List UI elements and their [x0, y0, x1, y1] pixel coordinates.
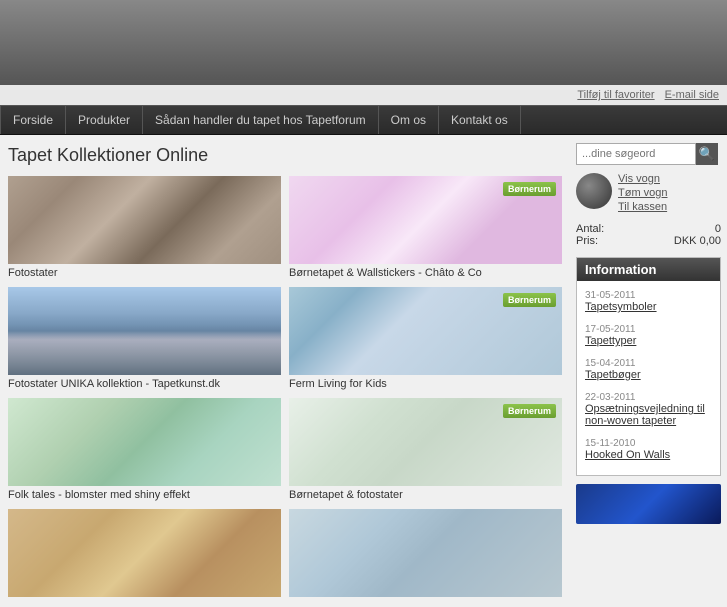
cart-section: Vis vogn Tøm vogn Til kassen — [576, 173, 721, 213]
antal-value: 0 — [715, 223, 721, 235]
thumb-kids1[interactable]: Børnerum — [289, 176, 562, 264]
list-item: Børnerum Børnetapet & fotostater — [289, 398, 562, 501]
page-title: Tapet Kollektioner Online — [8, 145, 562, 166]
top-links-bar: Tilføj til favoriter E-mail side — [0, 85, 727, 105]
product-grid: Fotostater Børnerum Børnetapet & Wallsti… — [8, 176, 562, 597]
nav-handler[interactable]: Sådan handler du tapet hos Tapetforum — [143, 106, 379, 134]
thumb-bornetapet[interactable]: Børnerum — [289, 398, 562, 486]
nav-omos[interactable]: Om os — [379, 106, 439, 134]
item-label: Fotostater UNIKA kollektion - Tapetkunst… — [8, 378, 281, 390]
nav-forside[interactable]: Forside — [0, 106, 66, 134]
city-skyline — [8, 325, 281, 375]
cart-links: Vis vogn Tøm vogn Til kassen — [618, 173, 668, 213]
site-header — [0, 0, 727, 85]
empty-cart-link[interactable]: Tøm vogn — [618, 187, 668, 199]
bornerum-badge: Børnerum — [503, 293, 556, 307]
info-header: Information — [577, 258, 720, 281]
list-item: Fotostater — [8, 176, 281, 279]
info-entry-4: 15-11-2010 Hooked On Walls — [585, 435, 712, 461]
info-entry-2: 15-04-2011 Tapetbøger — [585, 355, 712, 381]
thumb-newyork[interactable] — [8, 287, 281, 375]
info-date-2: 15-04-2011 — [585, 358, 635, 369]
list-item — [8, 509, 281, 597]
blue-promo-box[interactable] — [576, 484, 721, 524]
pris-label: Pris: — [576, 235, 598, 247]
nav-produkter[interactable]: Produkter — [66, 106, 143, 134]
info-date-0: 31-05-2011 — [585, 290, 635, 301]
sidebar: 🔍 Vis vogn Tøm vogn Til kassen Antal: 0 … — [570, 135, 727, 607]
cart-totals: Antal: 0 Pris: DKK 0,00 — [576, 223, 721, 247]
search-box: 🔍 — [576, 143, 721, 165]
info-entry-1: 17-05-2011 Tapettyper — [585, 321, 712, 347]
info-link-3[interactable]: Opsætningsvejledning til non-woven tapet… — [585, 403, 712, 427]
thumb-fotostater[interactable] — [8, 176, 281, 264]
content-area: Tapet Kollektioner Online Fotostater Bør… — [0, 135, 570, 607]
email-link[interactable]: E-mail side — [665, 89, 719, 101]
main-area: Tapet Kollektioner Online Fotostater Bør… — [0, 135, 727, 607]
list-item: Børnerum Ferm Living for Kids — [289, 287, 562, 390]
thumb-ferm[interactable]: Børnerum — [289, 287, 562, 375]
item-label: Børnetapet & fotostater — [289, 489, 562, 501]
cart-icon — [576, 173, 612, 209]
info-entry-3: 22-03-2011 Opsætningsvejledning til non-… — [585, 389, 712, 427]
info-entry-0: 31-05-2011 Tapetsymboler — [585, 287, 712, 313]
item-label: Børnetapet & Wallstickers - Châto & Co — [289, 267, 562, 279]
thumb-last2[interactable] — [289, 509, 562, 597]
pris-value: DKK 0,00 — [674, 235, 721, 247]
info-link-2[interactable]: Tapetbøger — [585, 369, 712, 381]
search-input[interactable] — [576, 143, 696, 165]
info-date-3: 22-03-2011 — [585, 392, 635, 403]
view-cart-link[interactable]: Vis vogn — [618, 173, 668, 185]
info-section: Information 31-05-2011 Tapetsymboler 17-… — [576, 257, 721, 476]
info-link-0[interactable]: Tapetsymboler — [585, 301, 712, 313]
item-label: Ferm Living for Kids — [289, 378, 562, 390]
list-item — [289, 509, 562, 597]
info-link-1[interactable]: Tapettyper — [585, 335, 712, 347]
list-item: Folk tales - blomster med shiny effekt — [8, 398, 281, 501]
bornerum-badge: Børnerum — [503, 182, 556, 196]
search-button[interactable]: 🔍 — [696, 143, 718, 165]
info-date-1: 17-05-2011 — [585, 324, 635, 335]
navbar: Forside Produkter Sådan handler du tapet… — [0, 105, 727, 135]
checkout-link[interactable]: Til kassen — [618, 201, 668, 213]
bornerum-badge: Børnerum — [503, 404, 556, 418]
list-item: Fotostater UNIKA kollektion - Tapetkunst… — [8, 287, 281, 390]
antal-label: Antal: — [576, 223, 604, 235]
favorites-link[interactable]: Tilføj til favoriter — [577, 89, 654, 101]
thumb-last1[interactable] — [8, 509, 281, 597]
info-date-4: 15-11-2010 — [585, 438, 635, 449]
thumb-folktales[interactable] — [8, 398, 281, 486]
list-item: Børnerum Børnetapet & Wallstickers - Châ… — [289, 176, 562, 279]
info-body: 31-05-2011 Tapetsymboler 17-05-2011 Tape… — [577, 281, 720, 475]
item-label: Fotostater — [8, 267, 281, 279]
nav-kontakt[interactable]: Kontakt os — [439, 106, 521, 134]
item-label: Folk tales - blomster med shiny effekt — [8, 489, 281, 501]
info-link-4[interactable]: Hooked On Walls — [585, 449, 712, 461]
